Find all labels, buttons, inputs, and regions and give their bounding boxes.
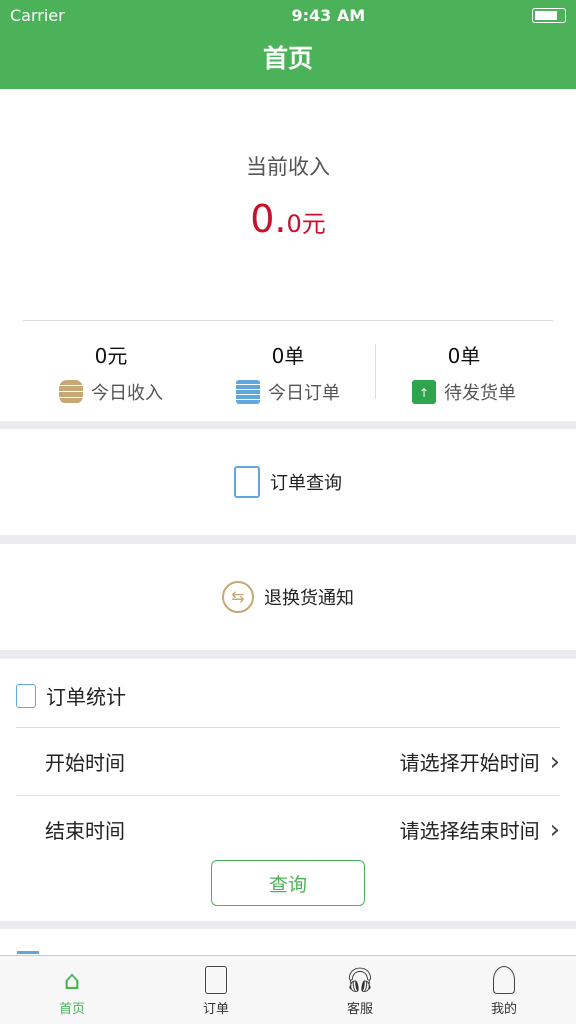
stat-today-orders[interactable]: 0单 今日订单: [192, 341, 384, 405]
clipboard-icon: [205, 966, 227, 994]
stat-label: 今日收入: [91, 383, 163, 404]
stat-value: 0单: [447, 344, 481, 368]
document-search-icon: [234, 466, 260, 498]
tab-orders[interactable]: 订单: [144, 956, 288, 1024]
chevron-right-icon: ›: [549, 746, 560, 777]
stat-today-income[interactable]: 0元 今日收入: [15, 341, 207, 405]
income-int: 0.: [250, 197, 287, 241]
carrier: Carrier: [10, 5, 65, 25]
start-time-label: 开始时间: [45, 751, 125, 775]
order-stats-title: 订单统计: [46, 685, 126, 709]
return-notice-label: 退换货通知: [264, 588, 354, 609]
chevron-right-icon: ›: [549, 814, 560, 845]
tab-bar: ⌂ 首页 订单 🎧︎ 客服 我的: [0, 955, 576, 1024]
exchange-icon: ⇆: [222, 581, 254, 613]
income-label: 当前收入: [246, 155, 330, 179]
battery-icon: [531, 7, 566, 23]
stat-pending-shipment[interactable]: 0单 ↑ 待发货单: [368, 341, 560, 405]
income-dec: 0元: [286, 210, 326, 238]
start-time-value: 请选择开始时间: [399, 750, 540, 775]
stat-label: 待发货单: [444, 383, 516, 404]
divider: [23, 320, 553, 321]
order-query-label: 订单查询: [270, 473, 342, 494]
coins-icon: [59, 380, 83, 404]
user-icon: [493, 966, 515, 994]
end-time-row[interactable]: 结束时间 请选择结束时间 ›: [16, 795, 560, 863]
document-icon: [236, 380, 260, 404]
order-stats-card: 订单统计 开始时间 请选择开始时间 › 结束时间 请选择结束时间 › 查询: [0, 659, 576, 921]
status-bar: Carrier 9:43 AM: [0, 0, 576, 30]
query-button[interactable]: 查询: [211, 860, 365, 906]
income-value: 0.0元: [0, 197, 576, 241]
home-icon: ⌂: [63, 966, 81, 996]
tab-home[interactable]: ⌂ 首页: [0, 956, 144, 1024]
income-card: 当前收入 0.0元 0元 今日收入 0单 今日订单 0单 ↑ 待发货单: [0, 89, 576, 421]
clock: 9:43 AM: [291, 5, 366, 25]
return-notice-button[interactable]: ⇆ 退换货通知: [0, 544, 576, 650]
page-title: 首页: [262, 44, 313, 73]
tab-label: 首页: [58, 1002, 85, 1017]
stat-label: 今日订单: [268, 383, 340, 404]
order-query-button[interactable]: 订单查询: [0, 429, 576, 535]
end-time-value: 请选择结束时间: [399, 818, 540, 843]
tab-label: 我的: [490, 1002, 517, 1017]
stats-icon: [16, 683, 36, 708]
start-time-row[interactable]: 开始时间 请选择开始时间 ›: [16, 727, 560, 795]
tab-service[interactable]: 🎧︎ 客服: [288, 956, 432, 1024]
stat-value: 0单: [271, 344, 305, 368]
tab-label: 客服: [346, 1002, 373, 1017]
stat-value: 0元: [94, 344, 128, 368]
headset-icon: 🎧︎: [344, 966, 376, 994]
package-icon: ↑: [412, 380, 436, 404]
end-time-label: 结束时间: [45, 819, 125, 843]
nav-header: Carrier 9:43 AM 首页: [0, 0, 576, 89]
order-stats-header: 订单统计: [16, 681, 126, 710]
tab-label: 订单: [202, 1002, 229, 1017]
tab-profile[interactable]: 我的: [432, 956, 576, 1024]
